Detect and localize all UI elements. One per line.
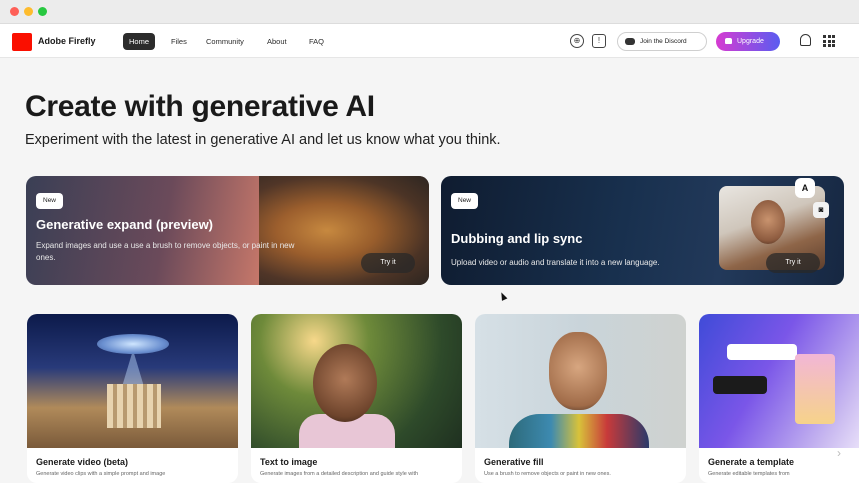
person-face [751,200,785,244]
upgrade-button[interactable]: Upgrade [716,32,780,51]
upgrade-label: Upgrade [737,38,764,45]
card-description: Generate video clips with a simple promp… [36,471,166,477]
card-title: Generate video (beta) [36,457,129,467]
temple-shape [107,384,161,428]
template-panel [727,344,797,360]
card-image [251,314,462,448]
card-title: Generate a template [708,457,795,467]
new-badge: New [36,193,64,209]
notifications-bell-icon[interactable] [800,34,811,46]
template-panel [713,376,767,394]
feedback-icon[interactable]: ! [592,34,606,48]
brand-name[interactable]: Adobe Firefly [38,36,96,46]
man-face [549,332,607,410]
feature-card-dubbing[interactable]: A ◙ New Dubbing and lip sync Upload vide… [441,176,844,285]
card-title: Generative fill [484,457,544,467]
page-subtitle: Experiment with the latest in generative… [25,132,501,148]
man-sweater [509,414,649,448]
ufo-shape [97,334,169,354]
feature-description: Upload video or audio and translate it i… [451,258,660,267]
nav-link-home[interactable]: Home [123,33,156,50]
adobe-logo-icon[interactable] [12,33,32,51]
globe-icon[interactable]: ⊕ [570,34,584,48]
nav-link-faq[interactable]: FAQ [303,33,330,50]
mouse-cursor-icon [498,291,508,301]
card-image [475,314,686,448]
feature-description: Expand images and use a use a brush to r… [36,241,295,262]
join-discord-button[interactable]: Join the Discord [617,32,707,51]
try-it-button[interactable]: Try it [766,253,820,273]
try-it-button[interactable]: Try it [361,253,415,273]
new-badge: New [451,193,479,209]
minimize-window-button[interactable] [24,7,33,16]
card-title: Text to image [260,457,318,467]
maximize-window-button[interactable] [38,7,47,16]
child-face [313,344,377,422]
join-discord-label: Join the Discord [640,38,687,45]
audio-icon: ◙ [813,202,829,218]
page-title: Create with generative AI [25,90,375,123]
top-navigation: Adobe Firefly Home Files Community About… [0,24,859,58]
card-generative-fill[interactable]: Generative fill Use a brush to remove ob… [475,314,686,483]
card-description: Generate editable templates from [708,471,790,477]
card-image [27,314,238,448]
apps-grid-icon[interactable] [823,35,835,47]
nav-link-community[interactable]: Community [200,33,250,50]
translate-letter-icon: A [795,178,815,198]
nav-link-files[interactable]: Files [165,33,193,50]
next-arrow-icon[interactable]: › [837,446,841,460]
card-image [699,314,859,448]
discord-icon [625,38,635,45]
feature-title: Generative expand (preview) [36,217,214,232]
close-window-button[interactable] [10,7,19,16]
nav-link-about[interactable]: About [261,33,293,50]
card-description: Generate images from a detailed descript… [260,471,419,477]
feature-card-generative-expand[interactable]: New Generative expand (preview) Expand i… [26,176,429,285]
card-generate-template[interactable]: Generate a template Generate editable te… [699,314,859,483]
template-panel [795,354,835,424]
card-description: Use a brush to remove objects or paint i… [484,471,611,477]
crown-icon [725,38,732,44]
card-text-to-image[interactable]: Text to image Generate images from a det… [251,314,462,483]
window-titlebar [0,0,859,24]
feature-title: Dubbing and lip sync [451,231,583,246]
card-generate-video[interactable]: Generate video (beta) Generate video cli… [27,314,238,483]
